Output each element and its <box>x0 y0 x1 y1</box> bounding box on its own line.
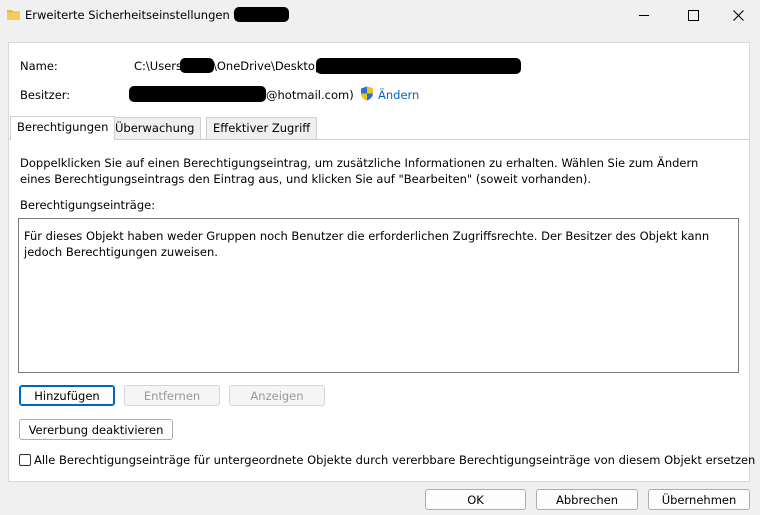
redacted-owner <box>129 86 266 102</box>
permissions-description: Doppelklicken Sie auf einen Berechtigung… <box>20 156 699 186</box>
window-title: Erweiterte Sicherheitseinstellungen für … <box>25 8 259 22</box>
remove-button[interactable]: Entfernen <box>124 385 220 406</box>
name-path-middle: \OneDrive\Desktop\ <box>213 59 327 73</box>
redacted-title <box>234 7 289 22</box>
cancel-button[interactable]: Abbrechen <box>536 489 638 510</box>
permission-entries-list[interactable]: Für dieses Objekt haben weder Gruppen no… <box>18 218 739 373</box>
redacted-filename <box>316 58 521 74</box>
tab-effektiver-zugriff[interactable]: Effektiver Zugriff <box>206 117 318 139</box>
name-label: Name: <box>20 59 58 73</box>
ok-button[interactable]: OK <box>425 489 526 510</box>
tab-ueberwachung[interactable]: Überwachung <box>108 117 202 139</box>
close-button[interactable] <box>715 0 760 30</box>
replace-child-permissions-checkbox[interactable] <box>19 454 31 466</box>
entries-label: Berechtigungseinträge: <box>20 198 156 212</box>
entries-empty-message: Für dieses Objekt haben weder Gruppen no… <box>24 229 710 259</box>
minimize-icon <box>639 14 649 16</box>
close-icon <box>732 9 744 21</box>
view-button[interactable]: Anzeigen <box>229 385 325 406</box>
redacted-username <box>180 58 214 73</box>
replace-child-permissions-label: Alle Berechtigungseinträge für untergeor… <box>34 453 756 467</box>
apply-button[interactable]: Übernehmen <box>648 489 750 510</box>
name-path-prefix: C:\Users\ <box>134 59 186 73</box>
maximize-button[interactable] <box>670 0 716 30</box>
minimize-button[interactable] <box>621 0 667 30</box>
tab-divider <box>8 139 750 140</box>
add-button[interactable]: Hinzufügen <box>19 385 115 406</box>
title-bar: Erweiterte Sicherheitseinstellungen für … <box>0 0 760 30</box>
folder-icon <box>7 10 20 20</box>
owner-label: Besitzer: <box>20 88 71 102</box>
tab-berechtigungen[interactable]: Berechtigungen <box>10 116 116 140</box>
maximize-icon <box>687 9 699 21</box>
owner-email-suffix: @hotmail.com) <box>266 88 354 102</box>
uac-shield-icon <box>361 86 373 101</box>
change-owner-link[interactable]: Ändern <box>378 88 419 102</box>
disable-inheritance-button[interactable]: Vererbung deaktivieren <box>19 419 173 440</box>
